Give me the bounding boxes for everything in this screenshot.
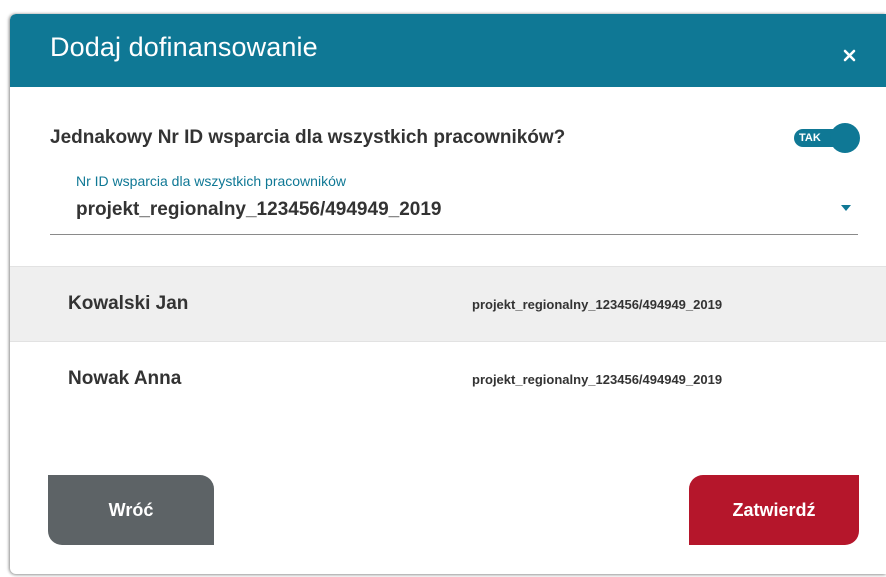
- toggle-knob: [830, 123, 860, 153]
- employee-support-id: projekt_regionalny_123456/494949_2019: [472, 372, 723, 387]
- employee-support-id: projekt_regionalny_123456/494949_2019: [472, 297, 723, 312]
- close-icon: [843, 49, 855, 61]
- employee-row: Nowak Anna projekt_regionalny_123456/494…: [10, 342, 886, 418]
- employee-name: Kowalski Jan: [68, 293, 189, 314]
- same-id-toggle[interactable]: TAK: [794, 123, 860, 153]
- caret-down-icon: [841, 205, 851, 211]
- close-button[interactable]: [836, 42, 862, 68]
- dialog-header: Dodaj dofinansowanie: [10, 14, 886, 87]
- same-id-question: Jednakowy Nr ID wsparcia dla wszystkich …: [50, 127, 566, 148]
- support-id-value: projekt_regionalny_123456/494949_2019: [76, 199, 442, 220]
- support-id-label: Nr ID wsparcia dla wszystkich pracownikó…: [76, 173, 346, 189]
- support-id-select[interactable]: Nr ID wsparcia dla wszystkich pracownikó…: [50, 169, 858, 235]
- submit-button[interactable]: Zatwierdź: [689, 475, 859, 545]
- employee-list: Kowalski Jan projekt_regionalny_123456/4…: [10, 266, 886, 418]
- dialog-title: Dodaj dofinansowanie: [50, 32, 318, 62]
- add-funding-dialog: Dodaj dofinansowanie Jednakowy Nr ID wsp…: [10, 14, 886, 574]
- back-button[interactable]: Wróć: [48, 475, 214, 545]
- employee-name: Nowak Anna: [68, 368, 182, 389]
- toggle-label: TAK: [799, 132, 821, 144]
- employee-row: Kowalski Jan projekt_regionalny_123456/4…: [10, 266, 886, 342]
